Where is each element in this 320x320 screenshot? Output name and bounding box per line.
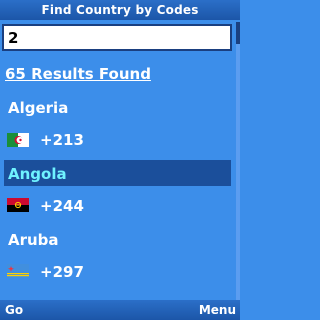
results-count: 65 Results Found	[5, 65, 151, 83]
softkey-bar: Go Menu	[0, 300, 240, 320]
list-item-algeria[interactable]: Algeria	[8, 98, 68, 118]
dial-code: +213	[40, 131, 84, 149]
scrollbar-thumb[interactable]	[236, 22, 240, 44]
angola-flag-icon	[7, 198, 29, 212]
search-input-value: 2	[8, 29, 19, 47]
list-item-angola[interactable]: Angola	[8, 164, 67, 184]
dial-code: +297	[40, 263, 84, 281]
algeria-flag-icon	[7, 133, 29, 147]
search-input[interactable]: 2	[2, 24, 232, 51]
go-softkey[interactable]: Go	[5, 300, 23, 320]
dial-code: +244	[40, 197, 84, 215]
app-title: Find Country by Codes	[0, 0, 240, 20]
scrollbar[interactable]	[236, 22, 240, 302]
menu-softkey[interactable]: Menu	[199, 300, 236, 320]
aruba-flag-icon	[7, 264, 29, 278]
list-item-aruba[interactable]: Aruba	[8, 230, 59, 250]
